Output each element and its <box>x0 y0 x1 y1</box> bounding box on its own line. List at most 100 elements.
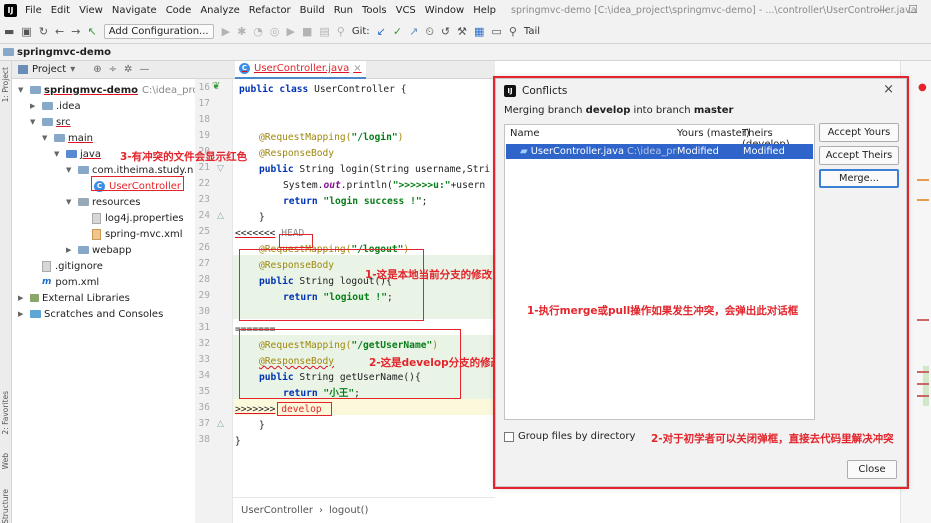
git-commit-icon[interactable]: ✓ <box>393 25 402 38</box>
tree-item-java[interactable]: ▼ java <box>54 146 101 162</box>
add-configuration-button[interactable]: Add Configuration... <box>103 24 214 39</box>
locate-icon[interactable]: ⊕ <box>93 64 101 75</box>
code-editor[interactable]: public class UserController { @RequestMa… <box>233 79 495 497</box>
menu-analyze[interactable]: Analyze <box>200 5 239 16</box>
stop-icon[interactable]: ■ <box>302 25 312 38</box>
debug-icon[interactable]: ✱ <box>237 25 246 38</box>
breadcrumb-class[interactable]: UserController <box>241 505 313 516</box>
build-hammer-icon[interactable]: ↖ <box>87 25 96 38</box>
code-line-21: public String login(String username,Stri <box>259 164 491 175</box>
search-icon[interactable]: ⚲ <box>509 25 517 38</box>
open-folder-icon[interactable]: ▬ <box>4 25 14 38</box>
code-line-23: return "login success !"; <box>283 196 428 207</box>
gitignore-file-icon <box>42 260 51 272</box>
scroll-marker <box>917 179 929 181</box>
web-tool-button[interactable]: Web <box>1 453 10 469</box>
tree-item-resources[interactable]: ▼ resources <box>66 194 140 210</box>
tree-root[interactable]: ▼ springmvc-demo C:\idea_project <box>18 82 217 98</box>
menu-refactor[interactable]: Refactor <box>249 5 291 16</box>
menu-help[interactable]: Help <box>473 5 496 16</box>
error-indicator-icon[interactable]: ● <box>918 82 927 93</box>
chevron-down-icon[interactable]: ▼ <box>18 86 26 94</box>
line-number: 19 <box>198 130 210 141</box>
gear-icon[interactable]: ✲ <box>124 64 132 75</box>
collapse-icon[interactable]: ÷ <box>109 64 117 75</box>
nav-project-name[interactable]: springmvc-demo <box>17 47 111 58</box>
xml-file-icon <box>92 228 101 240</box>
resume-icon[interactable]: ▶ <box>287 25 295 38</box>
tree-item-scratches[interactable]: ▶ Scratches and Consoles <box>18 306 163 322</box>
line-number: 34 <box>198 370 210 381</box>
favorites-tool-button[interactable]: 2: Favorites <box>1 391 10 435</box>
head-marker-highlight <box>279 234 313 248</box>
project-tool-button[interactable]: 1: Project <box>1 67 10 102</box>
chevron-down-icon[interactable]: ▼ <box>42 134 50 142</box>
structure-tool-button[interactable]: Structure <box>1 489 10 523</box>
tree-item-external-libraries[interactable]: ▶ External Libraries <box>18 290 130 306</box>
fold-icon[interactable]: ▽ <box>217 164 224 174</box>
tree-item-src[interactable]: ▼ src <box>30 114 71 130</box>
settings-wrench-icon[interactable]: ⚒ <box>457 25 467 38</box>
menu-code[interactable]: Code <box>166 5 192 16</box>
line-number: 24 <box>198 210 210 221</box>
search-everywhere-icon[interactable]: ⚲ <box>337 25 345 38</box>
rollback-icon[interactable]: ↺ <box>441 25 450 38</box>
tree-item-main[interactable]: ▼ main <box>42 130 93 146</box>
terminal-icon[interactable]: ▭ <box>491 25 501 38</box>
chevron-down-icon[interactable]: ▼ <box>66 198 74 206</box>
project-structure-icon[interactable]: ▤ <box>319 25 329 38</box>
main-toolbar: ▬ ▣ ↻ ← → ↖ Add Configuration... ▶ ✱ ◔ ◎… <box>0 20 931 44</box>
close-icon[interactable]: × <box>353 63 361 74</box>
tree-item-spring-mvc[interactable]: spring-mvc.xml <box>92 226 183 242</box>
tree-item-pom[interactable]: m pom.xml <box>42 274 99 290</box>
chevron-right-icon[interactable]: ▶ <box>18 310 26 318</box>
save-icon[interactable]: ▣ <box>21 25 31 38</box>
chevron-right-icon[interactable]: ▶ <box>18 294 26 302</box>
history-icon[interactable]: ⏲ <box>425 25 434 39</box>
chevron-down-icon[interactable]: ▼ <box>54 150 62 158</box>
project-view-title[interactable]: Project <box>32 64 66 75</box>
chevron-down-icon[interactable]: ▼ <box>66 166 74 174</box>
breadcrumb-method[interactable]: logout() <box>329 505 368 516</box>
menu-file[interactable]: File <box>25 5 42 16</box>
menu-window[interactable]: Window <box>425 5 464 16</box>
annotation-local-change: 1-这是本地当前分支的修改 <box>365 269 493 281</box>
forward-arrow-icon[interactable]: → <box>71 25 80 38</box>
menu-view[interactable]: View <box>79 5 103 16</box>
fold-icon[interactable]: △ <box>217 419 224 429</box>
minimize-button[interactable]: — <box>877 3 888 16</box>
tree-item-log4j[interactable]: log4j.properties <box>92 210 184 226</box>
back-arrow-icon[interactable]: ← <box>55 25 64 38</box>
project-folder-icon <box>3 48 14 56</box>
menu-vcs[interactable]: VCS <box>396 5 416 16</box>
menu-run[interactable]: Run <box>334 5 353 16</box>
chevron-down-icon[interactable]: ▼ <box>30 118 38 126</box>
sync-icon[interactable]: ↻ <box>39 25 48 38</box>
hide-panel-icon[interactable]: — <box>139 64 149 75</box>
git-update-icon[interactable]: ↙ <box>377 25 386 38</box>
chevron-right-icon[interactable]: ▶ <box>30 102 38 110</box>
git-push-icon[interactable]: ↗ <box>409 25 418 38</box>
menu-tools[interactable]: Tools <box>362 5 387 16</box>
coverage-icon[interactable]: ◔ <box>253 25 263 38</box>
fold-icon[interactable]: △ <box>217 211 224 221</box>
tree-item-gitignore[interactable]: .gitignore <box>42 258 103 274</box>
menu-build[interactable]: Build <box>300 5 325 16</box>
menu-navigate[interactable]: Navigate <box>112 5 157 16</box>
menu-edit[interactable]: Edit <box>51 5 70 16</box>
tail-label[interactable]: Tail <box>524 26 540 37</box>
project-view-dropdown[interactable]: ▾ <box>70 64 75 75</box>
profile-icon[interactable]: ◎ <box>270 25 280 38</box>
folder-icon <box>78 246 89 254</box>
line-number: 17 <box>198 98 210 109</box>
chevron-right-icon[interactable]: ▶ <box>66 246 74 254</box>
folder-icon <box>42 102 53 110</box>
run-icon[interactable]: ▶ <box>222 25 230 38</box>
tab-usercontroller[interactable]: C UserController.java × <box>235 60 366 79</box>
tree-item-idea[interactable]: ▶ .idea <box>30 98 81 114</box>
tree-item-webapp[interactable]: ▶ webapp <box>66 242 132 258</box>
maximize-button[interactable]: ☐ <box>908 3 918 16</box>
spring-bean-icon[interactable]: ❦ <box>212 81 220 92</box>
project-structure-folder-icon[interactable]: ▦ <box>474 25 484 38</box>
annotation-develop-change: 2-这是develop分支的修改 <box>369 357 495 369</box>
